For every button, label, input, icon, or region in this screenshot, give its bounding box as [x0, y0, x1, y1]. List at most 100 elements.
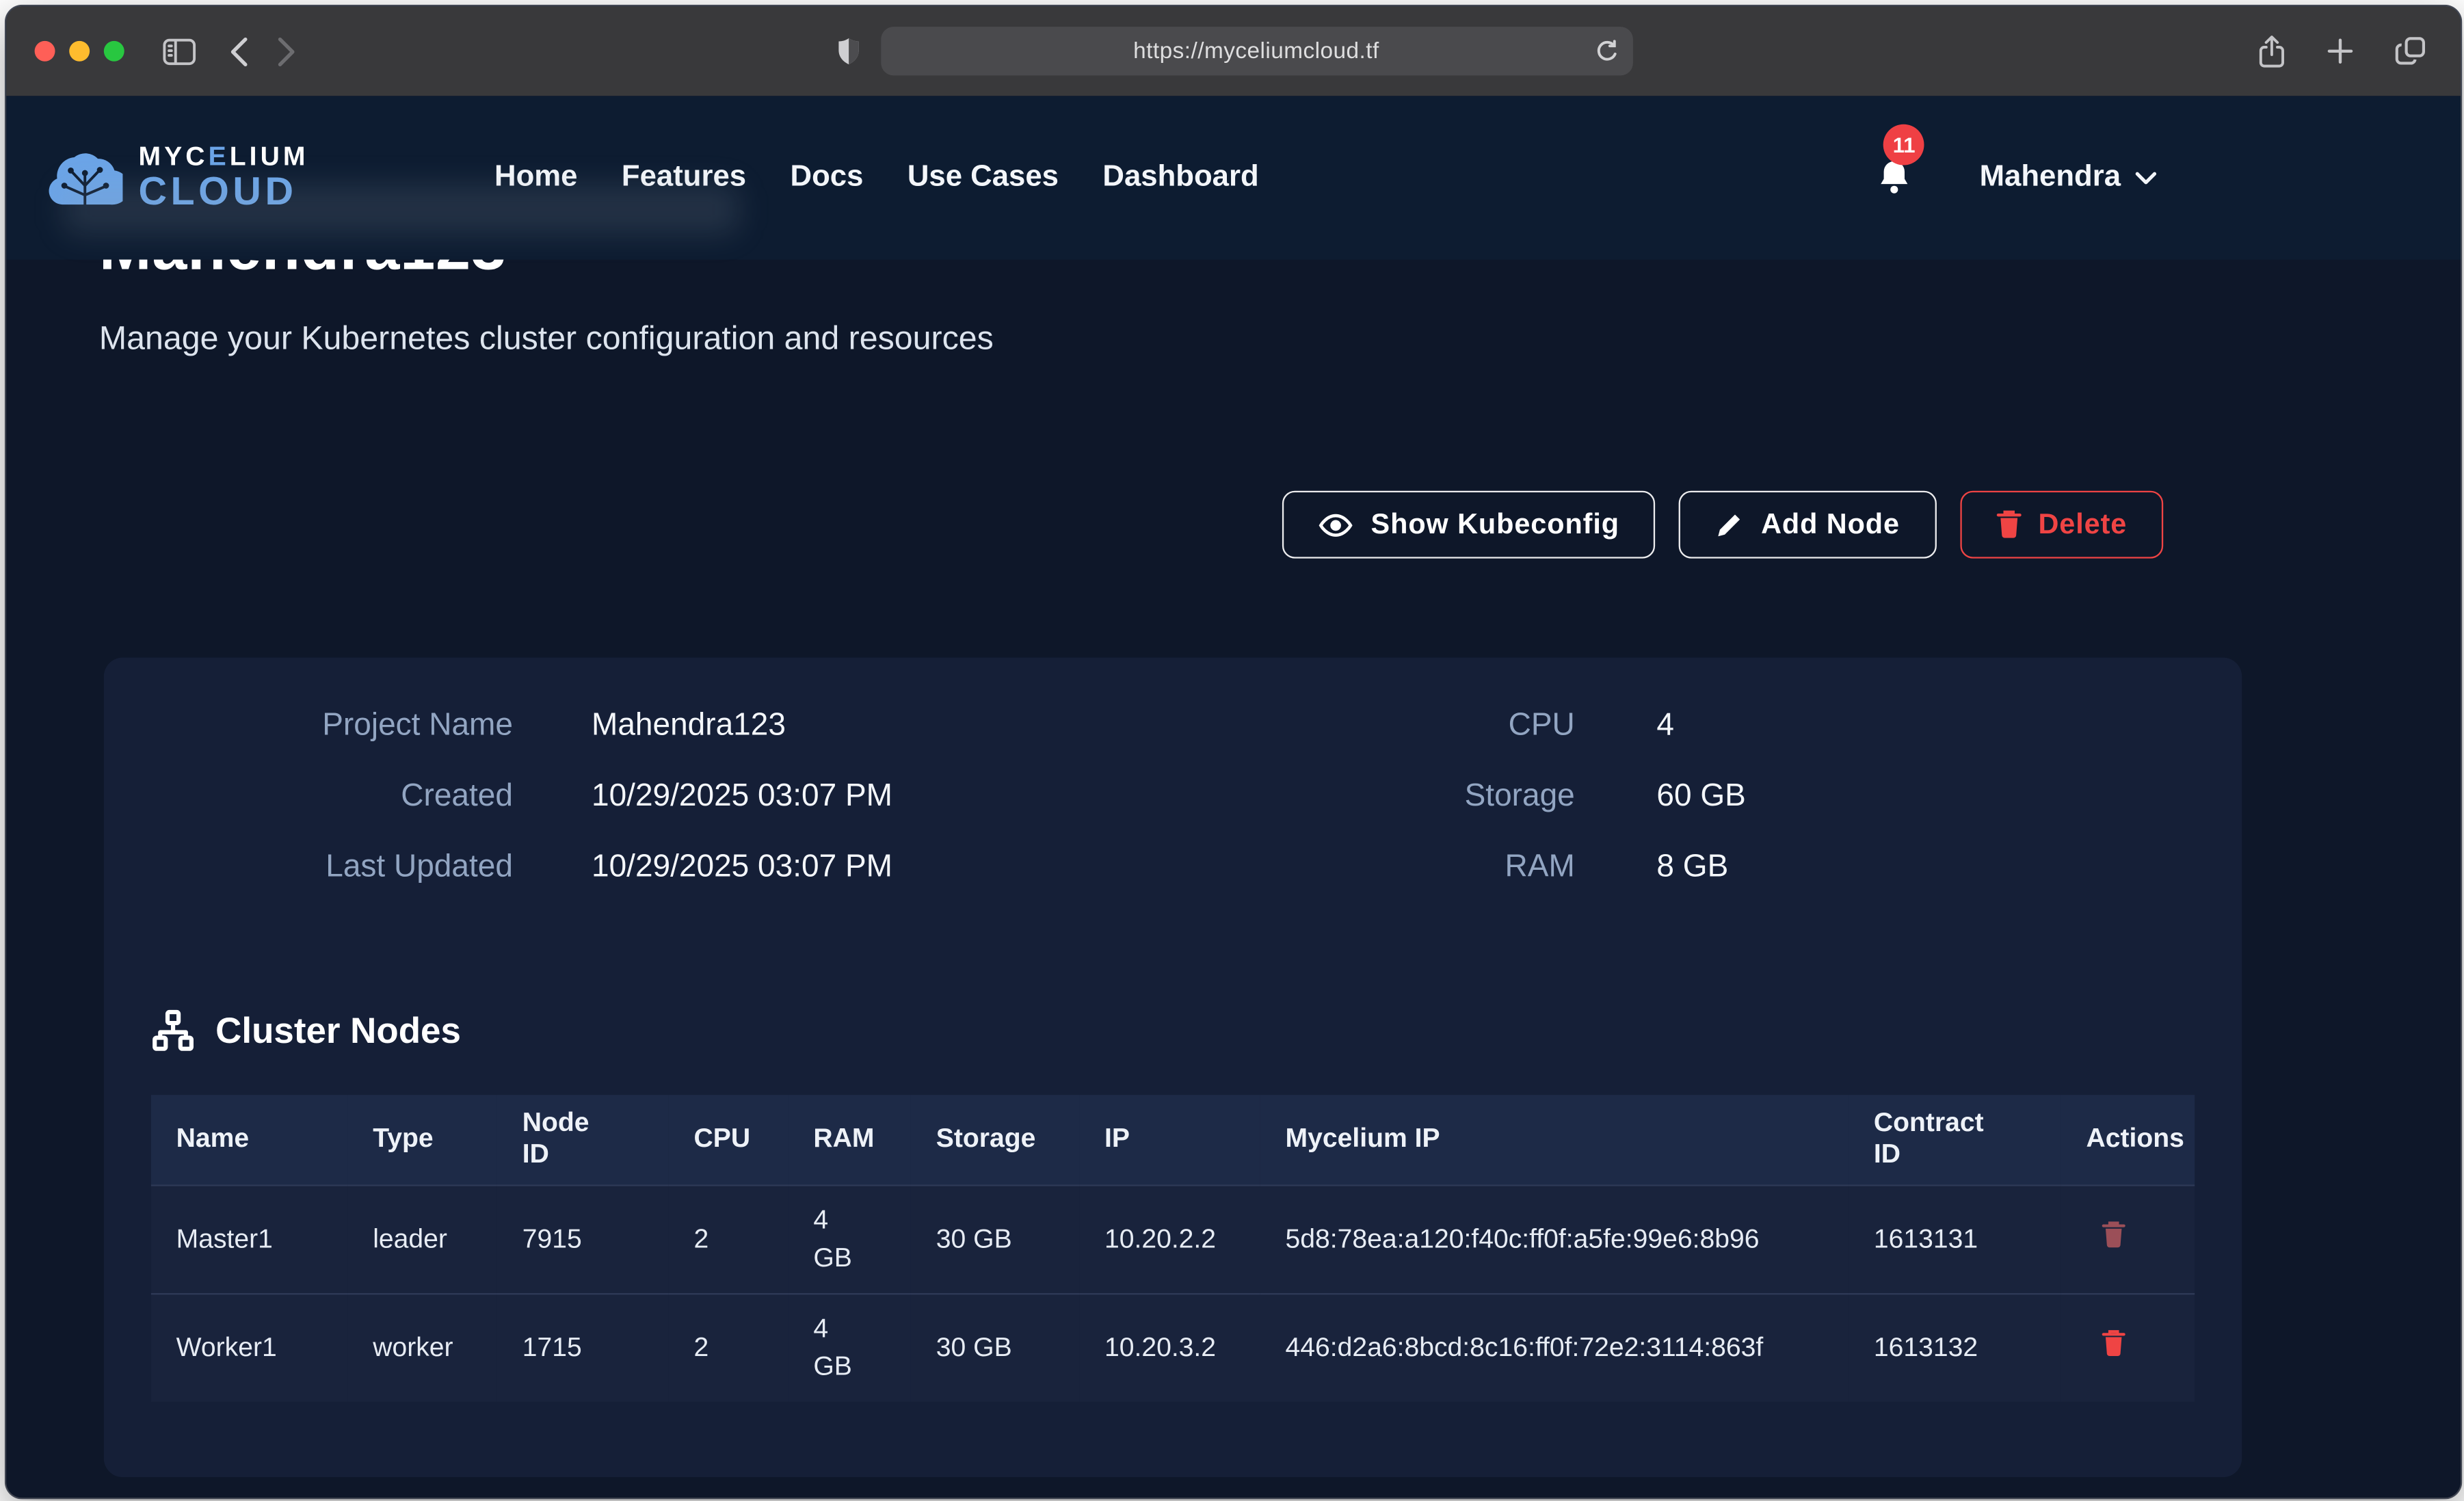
nav-link-dashboard[interactable]: Dashboard	[1102, 161, 1258, 196]
cell-type: leader	[347, 1184, 497, 1293]
column-header-ip: IP	[1079, 1095, 1260, 1184]
column-header-mycelium-ip: Mycelium IP	[1260, 1095, 1849, 1184]
tab-overview-icon[interactable]	[2394, 36, 2426, 66]
table-row: Worker1worker171524 GB30 GB10.20.3.2446:…	[151, 1293, 2195, 1401]
cell-actions	[2061, 1293, 2195, 1401]
minimize-window-button[interactable]	[69, 41, 90, 62]
brand-e-glyph: E	[209, 142, 230, 172]
cell-type: worker	[347, 1293, 497, 1401]
cell-actions	[2061, 1184, 2195, 1293]
add-node-button[interactable]: Add Node	[1679, 491, 1935, 559]
reload-icon[interactable]	[1595, 38, 1619, 64]
toolbar: Show Kubeconfig Add Node	[6, 491, 2163, 559]
trash-icon	[2102, 1221, 2125, 1249]
chevron-down-icon	[2135, 171, 2157, 185]
cell-name: Master1	[151, 1184, 348, 1293]
username-label: Mahendra	[1980, 161, 2121, 196]
traffic-lights	[35, 41, 124, 62]
cluster-nodes-table: NameTypeNode IDCPURAMStorageIPMycelium I…	[151, 1095, 2195, 1400]
detail-label: RAM	[1174, 847, 1575, 888]
trash-icon	[2102, 1329, 2125, 1357]
detail-label: Last Updated	[151, 847, 513, 888]
network-icon	[151, 1009, 195, 1052]
share-icon[interactable]	[2257, 34, 2286, 68]
column-header-ram: RAM	[789, 1095, 911, 1184]
delete-cluster-button[interactable]: Delete	[1959, 491, 2163, 559]
cell-cpu: 2	[669, 1293, 789, 1401]
notifications-button[interactable]: 11	[1876, 157, 1913, 198]
cell-node_id: 7915	[497, 1184, 669, 1293]
nav-links: Home Features Docs Use Cases Dashboard	[494, 161, 1259, 196]
detail-label: Project Name	[151, 705, 513, 746]
cell-ip: 10.20.3.2	[1079, 1293, 1260, 1401]
cell-ram: 4 GB	[789, 1293, 911, 1401]
cell-contract_id: 1613132	[1849, 1293, 2061, 1401]
new-tab-icon[interactable]	[2327, 38, 2353, 64]
cell-mycelium_ip: 446:d2a6:8bcd:8c16:ff0f:72e2:3114:863f	[1260, 1293, 1849, 1401]
cell-storage: 30 GB	[911, 1293, 1079, 1401]
notification-badge: 11	[1883, 124, 1924, 165]
brand-logo[interactable]: MYCELIUM CLOUD	[47, 143, 309, 212]
cluster-details-card: Project Name Mahendra123 Created 10/29/2025…	[104, 658, 2242, 1476]
address-bar[interactable]: https://myceliumcloud.tf	[880, 27, 1632, 75]
cell-cpu: 2	[669, 1184, 789, 1293]
nav-link-use-cases[interactable]: Use Cases	[908, 161, 1059, 196]
detail-value: 10/29/2025 03:07 PM	[592, 847, 892, 888]
back-icon[interactable]	[228, 36, 250, 67]
user-menu[interactable]: Mahendra	[1980, 161, 2157, 196]
detail-label: CPU	[1174, 705, 1575, 746]
detail-value: 10/29/2025 03:07 PM	[592, 775, 892, 816]
main-content: Mahendra123 Manage your Kubernetes clust…	[6, 217, 2461, 1476]
detail-row: Created 10/29/2025 03:07 PM	[151, 775, 1174, 816]
column-header-name: Name	[151, 1095, 348, 1184]
fullscreen-window-button[interactable]	[104, 41, 124, 62]
sidebar-toggle-icon[interactable]	[162, 36, 197, 67]
detail-value: Mahendra123	[592, 705, 786, 746]
details-right: CPU 4 Storage 60 GB RAM 8 GB	[1174, 705, 2195, 918]
detail-value: 4	[1656, 705, 1674, 746]
detail-label: Storage	[1174, 775, 1575, 816]
nav-link-docs[interactable]: Docs	[791, 161, 864, 196]
detail-value: 8 GB	[1656, 847, 1728, 888]
column-header-cpu: CPU	[669, 1095, 789, 1184]
table-body: Master1leader791524 GB30 GB10.20.2.25d8:…	[151, 1184, 2195, 1400]
delete-node-button[interactable]	[2095, 1218, 2132, 1253]
webpage: MYCELIUM CLOUD Home Features Docs Use Cases…	[6, 96, 2461, 1498]
browser-window: https://myceliumcloud.tf	[5, 5, 2462, 1499]
detail-row: Project Name Mahendra123	[151, 705, 1174, 746]
column-header-contract-id: Contract ID	[1849, 1095, 2061, 1184]
column-header-type: Type	[347, 1095, 497, 1184]
mycelium-cloud-logo-icon	[47, 145, 122, 211]
browser-toolbar: https://myceliumcloud.tf	[6, 6, 2461, 96]
page-subtitle: Manage your Kubernetes cluster configura…	[99, 321, 2461, 358]
url-text: https://myceliumcloud.tf	[880, 38, 1632, 64]
cell-ip: 10.20.2.2	[1079, 1184, 1260, 1293]
close-window-button[interactable]	[35, 41, 55, 62]
details-left: Project Name Mahendra123 Created 10/29/2025…	[151, 705, 1174, 918]
privacy-shield-icon[interactable]	[834, 36, 861, 67]
cell-ram: 4 GB	[789, 1184, 911, 1293]
cell-node_id: 1715	[497, 1293, 669, 1401]
brand-wordmark: MYCELIUM CLOUD	[138, 143, 308, 212]
column-header-storage: Storage	[911, 1095, 1079, 1184]
cell-contract_id: 1613131	[1849, 1184, 2061, 1293]
nav-link-features[interactable]: Features	[622, 161, 746, 196]
cell-mycelium_ip: 5d8:78ea:a120:f40c:ff0f:a5fe:99e6:8b96	[1260, 1184, 1849, 1293]
screen: https://myceliumcloud.tf	[0, 0, 2464, 1501]
cell-name: Worker1	[151, 1293, 348, 1401]
cluster-nodes-heading: Cluster Nodes	[151, 1009, 2195, 1052]
detail-label: Created	[151, 775, 513, 816]
detail-value: 60 GB	[1656, 775, 1745, 816]
column-header-actions: Actions	[2061, 1095, 2195, 1184]
detail-row: Storage 60 GB	[1174, 775, 2195, 816]
show-kubeconfig-button[interactable]: Show Kubeconfig	[1283, 491, 1656, 559]
forward-icon[interactable]	[276, 36, 297, 67]
detail-row: CPU 4	[1174, 705, 2195, 746]
column-header-node-id: Node ID	[497, 1095, 669, 1184]
table-row: Master1leader791524 GB30 GB10.20.2.25d8:…	[151, 1184, 2195, 1293]
table-header-row: NameTypeNode IDCPURAMStorageIPMycelium I…	[151, 1095, 2195, 1184]
nav-link-home[interactable]: Home	[494, 161, 577, 196]
delete-node-button[interactable]	[2095, 1326, 2132, 1361]
cell-storage: 30 GB	[911, 1184, 1079, 1293]
trash-icon	[1996, 509, 2021, 540]
